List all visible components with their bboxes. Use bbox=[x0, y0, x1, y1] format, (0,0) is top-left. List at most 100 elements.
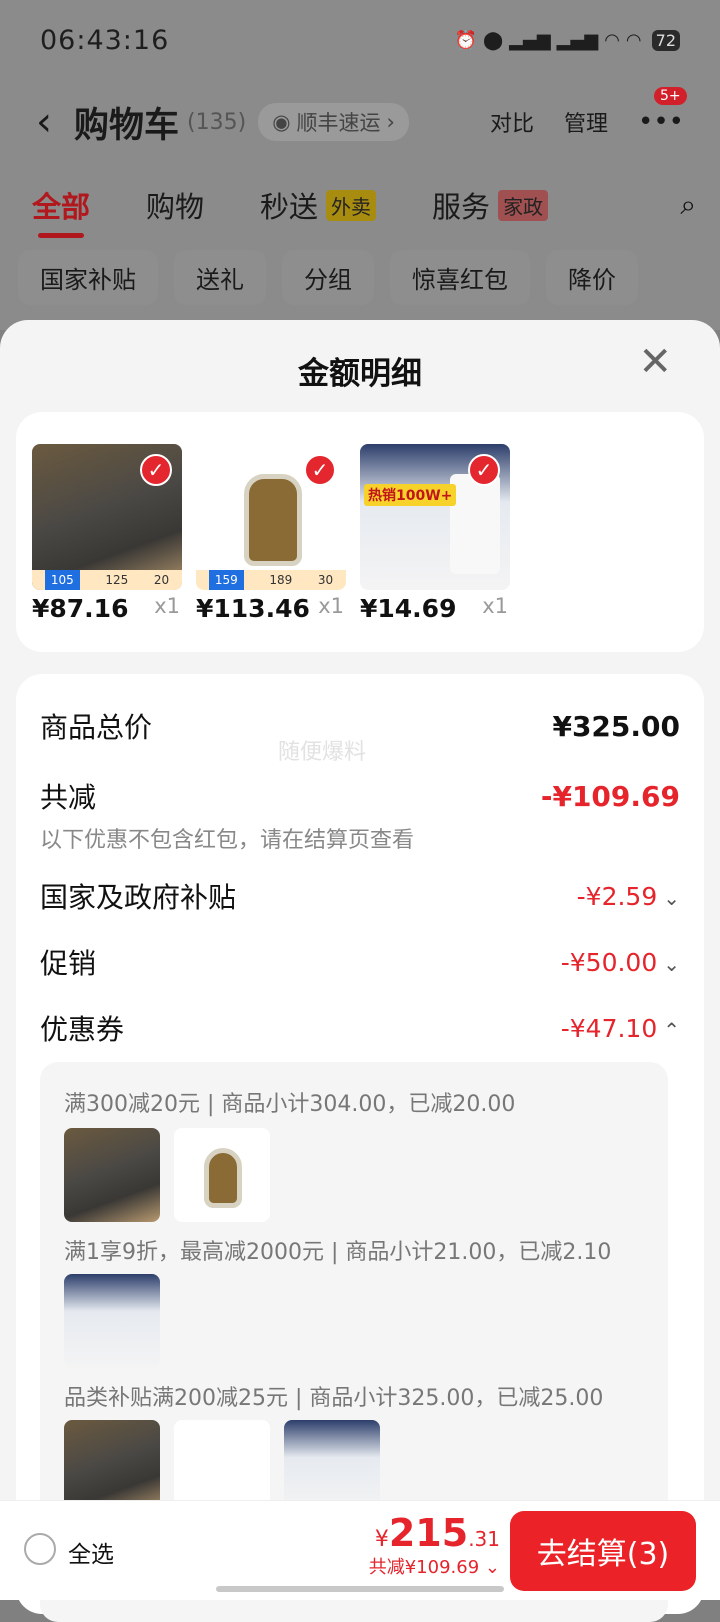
more-icon[interactable]: ••• 5+ bbox=[638, 87, 687, 137]
subsidy-value: -¥2.59 bbox=[576, 881, 658, 911]
sheet-title: 金额明细 bbox=[298, 356, 422, 392]
cart-tabs: 全部 购物 秒送 外卖 服务 家政 ⌕ bbox=[32, 180, 696, 238]
hot-sale-label: 热销100W+ bbox=[364, 484, 457, 506]
close-icon[interactable]: ✕ bbox=[638, 342, 672, 382]
status-icons: ⏰ ⬤ ▂▄▆ ▂▄▆ ◠ ◠ 72 bbox=[454, 29, 680, 51]
wifi-icon-2: ◠ bbox=[625, 29, 642, 51]
product-qty: x1 bbox=[318, 594, 344, 618]
product-price: ¥14.69 bbox=[360, 594, 457, 623]
price-bar-value: 189 bbox=[269, 573, 293, 587]
signal-icon: ▂▄▆ bbox=[509, 29, 551, 51]
price-bar: 159 189 30 bbox=[196, 570, 346, 590]
coupon-label: 优惠券 bbox=[40, 1013, 125, 1046]
backpack-icon bbox=[244, 474, 302, 566]
filter-chip[interactable]: 送礼 bbox=[174, 250, 266, 305]
filter-chip[interactable]: 国家补贴 bbox=[18, 250, 158, 305]
cart-count: (135) bbox=[187, 109, 247, 135]
amount-integer: 215 bbox=[388, 1511, 469, 1555]
select-all-label[interactable]: 全选 bbox=[68, 1535, 114, 1569]
coupon-line: 品类补贴满200减25元 | 商品小计325.00，已减25.00 bbox=[64, 1386, 604, 1411]
price-bar-value: 105 bbox=[44, 570, 80, 590]
backpack-icon bbox=[204, 1148, 242, 1208]
saved-amount-label: 共减¥109.69 bbox=[368, 1557, 480, 1578]
signal-icon-2: ▂▄▆ bbox=[556, 29, 599, 51]
product-item[interactable]: ✓ 105 125 20 ¥87.16 x1 bbox=[32, 444, 182, 623]
product-summary-card: ✓ 105 125 20 ¥87.16 x1 ✓ 159 189 30 ¥113.46 … bbox=[16, 412, 704, 652]
checked-icon: ✓ bbox=[468, 454, 500, 486]
reduce-label: 共减 bbox=[40, 781, 97, 814]
coupon-value: -¥47.10 bbox=[560, 1013, 658, 1043]
tab-all-label: 全部 bbox=[32, 190, 91, 224]
saved-amount[interactable]: 共减¥109.69 ⌄ bbox=[369, 1553, 500, 1579]
housekeeping-tag: 家政 bbox=[498, 189, 549, 221]
total-row: 商品总价 ¥325.00 bbox=[40, 706, 680, 746]
amount-decimal: .31 bbox=[468, 1527, 500, 1551]
product-item[interactable]: 热销100W+ ✓ ¥14.69 x1 bbox=[360, 444, 510, 623]
total-value: ¥325.00 bbox=[552, 709, 680, 743]
tab-shopping-label: 购物 bbox=[146, 190, 205, 224]
tab-shopping[interactable]: 购物 bbox=[146, 184, 204, 226]
chevron-down-icon: ⌄ bbox=[663, 951, 680, 976]
price-bar-value: 125 bbox=[105, 573, 129, 587]
cart-nav-bar: ‹ 购物车 (135) ◉ 顺丰速运 › 对比 管理 ••• 5+ bbox=[36, 87, 687, 152]
home-indicator bbox=[216, 1586, 504, 1592]
coupon-line: 满1享9折，最高减2000元 | 商品小计21.00，已减2.10 bbox=[64, 1240, 612, 1265]
shipping-chip[interactable]: ◉ 顺丰速运 › bbox=[258, 103, 409, 141]
product-qty: x1 bbox=[482, 594, 508, 618]
clock: 06:43:16 bbox=[40, 24, 170, 56]
product-price: ¥113.46 bbox=[196, 594, 310, 623]
page-title: 购物车 bbox=[74, 105, 180, 146]
price-bar-value: 20 bbox=[153, 573, 170, 587]
location-icon: ⬤ bbox=[482, 29, 504, 51]
filter-chips: 国家补贴 送礼 分组 惊喜红包 降价 bbox=[18, 250, 638, 305]
checkout-button[interactable]: 去结算(3) bbox=[510, 1511, 696, 1591]
currency-symbol: ¥ bbox=[374, 1527, 389, 1552]
status-bar: 06:43:16 ⏰ ⬤ ▂▄▆ ▂▄▆ ◠ ◠ 72 bbox=[40, 22, 680, 58]
alarm-icon: ⏰ bbox=[454, 29, 477, 51]
product-item[interactable]: ✓ 159 189 30 ¥113.46 x1 bbox=[196, 444, 346, 623]
chevron-down-icon: ⌄ bbox=[663, 885, 680, 910]
filter-chip[interactable]: 降价 bbox=[546, 250, 638, 305]
message-badge: 5+ bbox=[653, 87, 687, 105]
tab-all[interactable]: 全部 bbox=[32, 184, 91, 238]
filter-chip[interactable]: 分组 bbox=[282, 250, 374, 305]
tab-service-label: 服务 bbox=[432, 190, 491, 224]
product-image: 热销100W+ ✓ bbox=[360, 444, 510, 590]
chevron-down-icon: ⌄ bbox=[484, 1557, 500, 1578]
price-breakdown-card: 随便爆料 商品总价 ¥325.00 共减 -¥109.69 以下优惠不包含红包，… bbox=[16, 674, 704, 1622]
filter-chip[interactable]: 惊喜红包 bbox=[390, 250, 530, 305]
checkout-bar: 全选 ¥215.31 共减¥109.69 ⌄ 去结算(3) bbox=[0, 1500, 720, 1600]
select-all-radio[interactable] bbox=[24, 1533, 56, 1565]
promo-row[interactable]: 促销 -¥50.00 ⌄ bbox=[40, 942, 680, 982]
manage-button[interactable]: 管理 bbox=[564, 106, 608, 138]
total-amount: ¥215.31 共减¥109.69 ⌄ bbox=[369, 1511, 500, 1579]
tab-instant-label: 秒送 bbox=[260, 190, 319, 224]
search-icon[interactable]: ⌕ bbox=[680, 188, 696, 222]
shipping-chip-label: 顺丰速运 bbox=[296, 111, 381, 135]
chevron-right-icon: › bbox=[386, 110, 395, 134]
subsidy-row[interactable]: 国家及政府补贴 -¥2.59 ⌄ bbox=[40, 876, 680, 916]
tab-instant[interactable]: 秒送 外卖 bbox=[260, 184, 377, 226]
water-pump-icon bbox=[450, 474, 500, 574]
reduce-row: 共减 -¥109.69 bbox=[40, 776, 680, 816]
promo-label: 促销 bbox=[40, 947, 97, 980]
promo-value: -¥50.00 bbox=[560, 947, 658, 977]
coupon-product-thumb bbox=[64, 1128, 160, 1222]
product-image: ✓ 105 125 20 bbox=[32, 444, 182, 590]
amount-detail-sheet: 金额明细 ✕ ✓ 105 125 20 ¥87.16 x1 ✓ 159 189 30 ¥… bbox=[0, 320, 720, 1622]
tab-service[interactable]: 服务 家政 bbox=[432, 184, 549, 226]
price-bar-value: 30 bbox=[317, 573, 334, 587]
reduce-note: 以下优惠不包含红包，请在结算页查看 bbox=[40, 828, 415, 853]
checked-icon: ✓ bbox=[304, 454, 336, 486]
back-icon[interactable]: ‹ bbox=[36, 102, 52, 142]
coupon-row[interactable]: 优惠券 -¥47.10 ⌃ bbox=[40, 1008, 680, 1048]
eye-icon: ◉ bbox=[272, 110, 291, 134]
price-bar-value: 159 bbox=[208, 570, 244, 590]
price-bar: 105 125 20 bbox=[32, 570, 182, 590]
compare-button[interactable]: 对比 bbox=[490, 106, 534, 138]
takeout-tag: 外卖 bbox=[326, 189, 377, 221]
product-price: ¥87.16 bbox=[32, 594, 129, 623]
checked-icon: ✓ bbox=[140, 454, 172, 486]
coupon-product-thumb bbox=[174, 1128, 270, 1222]
coupon-line: 满300减20元 | 商品小计304.00，已减20.00 bbox=[64, 1092, 516, 1117]
